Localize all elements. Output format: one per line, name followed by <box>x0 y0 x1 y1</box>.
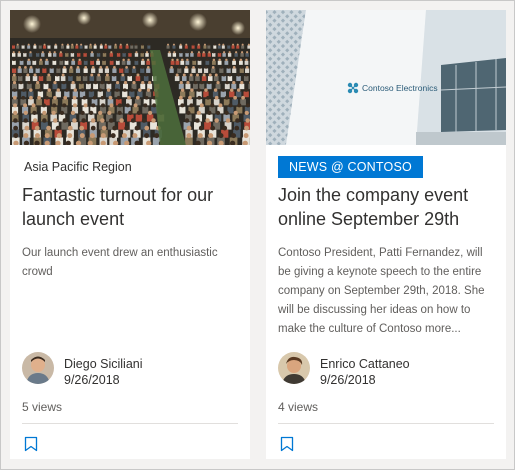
bookmark-icon[interactable] <box>24 436 38 452</box>
news-card[interactable]: Contoso Electronics NEWS @ CONTOSO Join … <box>266 10 506 459</box>
news-description: Contoso President, Patti Fernandez, will… <box>278 247 485 335</box>
divider <box>22 423 238 424</box>
conference-audience-image[interactable] <box>10 10 250 145</box>
news-web-part: Asia Pacific Region Fantastic turnout fo… <box>0 0 515 470</box>
view-count: 5 views <box>22 400 63 414</box>
news-card[interactable]: Asia Pacific Region Fantastic turnout fo… <box>10 10 250 459</box>
contoso-building-image[interactable]: Contoso Electronics <box>266 10 506 145</box>
contoso-logo-text: Contoso Electronics <box>362 83 438 93</box>
author-avatar[interactable] <box>22 352 54 384</box>
publish-date: 9/26/2018 <box>64 373 120 387</box>
author-name[interactable]: Enrico Cattaneo <box>320 357 410 371</box>
news-description: Our launch event drew an enthusiastic cr… <box>22 247 218 278</box>
view-count: 4 views <box>278 400 319 414</box>
news-title[interactable]: Fantastic turnout for our launch event <box>22 183 242 231</box>
author-avatar[interactable] <box>278 352 310 384</box>
topic-header[interactable]: Asia Pacific Region <box>24 160 132 174</box>
bookmark-icon[interactable] <box>280 436 294 452</box>
publish-date: 9/26/2018 <box>320 373 376 387</box>
divider <box>278 423 494 424</box>
news-title[interactable]: Join the company event online September … <box>278 183 498 231</box>
news-badge: NEWS @ CONTOSO <box>278 156 423 178</box>
author-name[interactable]: Diego Siciliani <box>64 357 143 371</box>
